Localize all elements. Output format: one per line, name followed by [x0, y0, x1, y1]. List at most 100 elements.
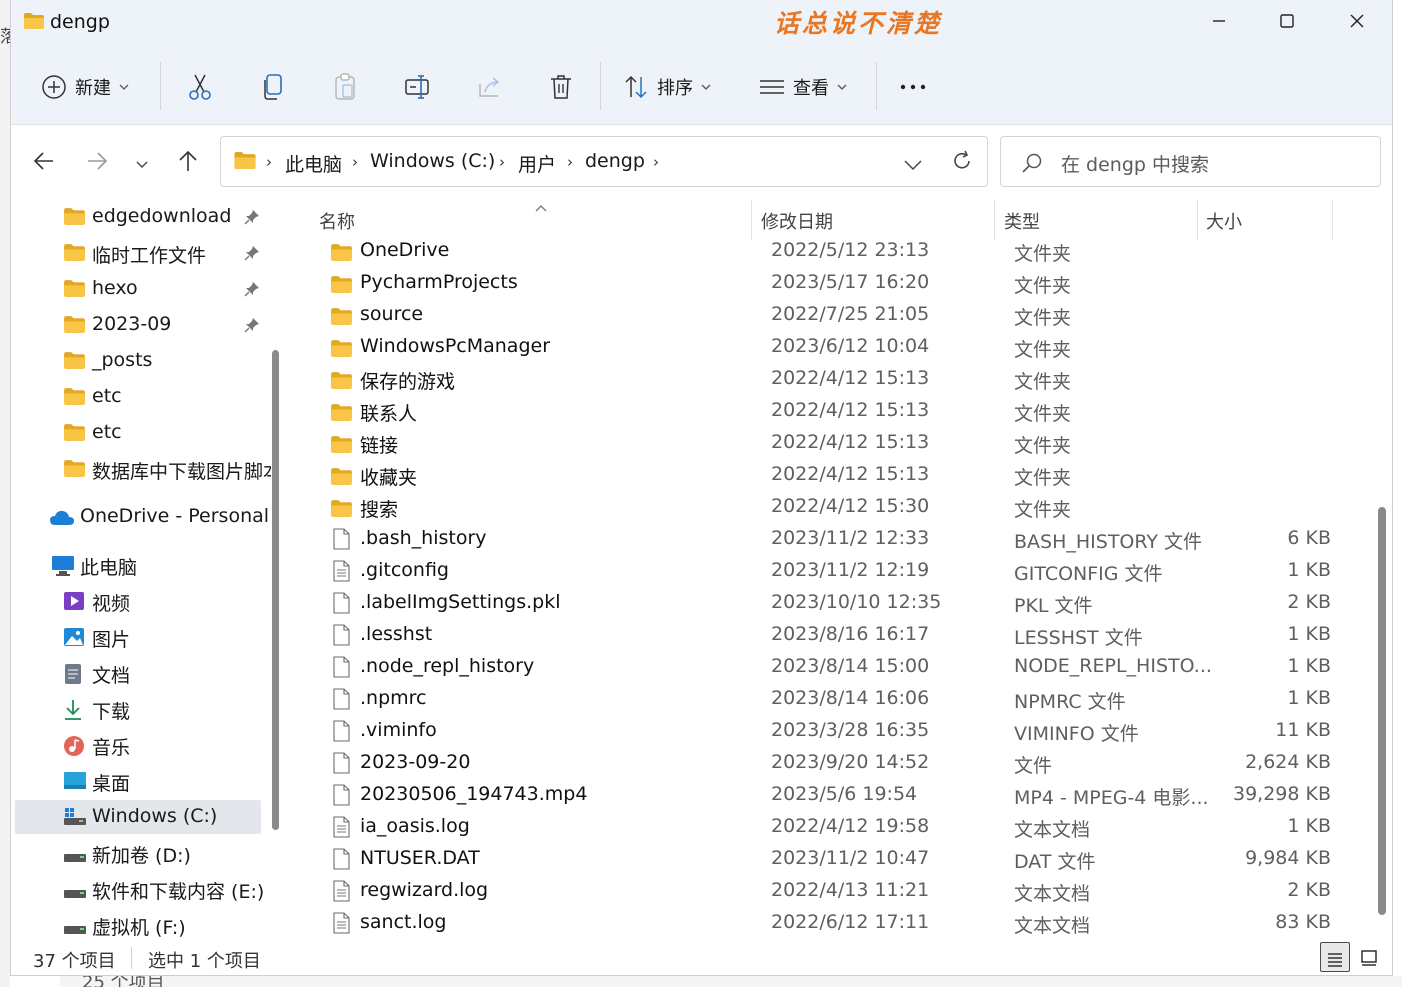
file-type: 文件夹 — [1014, 435, 1072, 457]
file-name: .viminfo — [360, 719, 437, 741]
folder-icon — [23, 12, 45, 34]
scrollbar-thumb[interactable] — [272, 350, 279, 830]
file-row[interactable]: .gitconfig 2023/11/2 12:19 GITCONFIG 文件 … — [319, 556, 1339, 588]
file-row[interactable]: .bash_history 2023/11/2 12:33 BASH_HISTO… — [319, 524, 1339, 556]
file-row[interactable]: 保存的游戏 2022/4/12 15:13 文件夹 — [319, 364, 1339, 396]
sidebar-item-video[interactable]: 视频 — [15, 584, 261, 618]
file-list-scrollbar[interactable] — [1375, 197, 1389, 939]
new-button[interactable]: 新建 — [41, 67, 129, 107]
sidebar-item-download[interactable]: 下载 — [15, 692, 261, 726]
refresh-icon[interactable] — [951, 150, 973, 176]
sidebar-item-pictures[interactable]: 图片 — [15, 620, 261, 654]
file-size: 2,624 KB — [1245, 751, 1331, 773]
file-size: 9,984 KB — [1245, 847, 1331, 869]
sidebar-item-documents[interactable]: 文档 — [15, 656, 261, 690]
file-date: 2023/11/2 12:33 — [771, 527, 930, 549]
file-row[interactable]: NTUSER.DAT 2023/11/2 10:47 DAT 文件 9,984 … — [319, 844, 1339, 876]
rename-button[interactable] — [404, 67, 432, 107]
sidebar-item-drive[interactable]: 新加卷 (D:) — [15, 836, 261, 870]
sidebar-item-quick-access[interactable]: 2023-09 — [15, 308, 261, 342]
item-count: 37 个项目 — [33, 951, 116, 972]
file-size: 11 KB — [1275, 719, 1331, 741]
back-button[interactable] — [28, 147, 60, 179]
file-row[interactable]: regwizard.log 2022/4/13 11:21 文本文档 2 KB — [319, 876, 1339, 908]
file-date: 2023/11/2 10:47 — [771, 847, 930, 869]
file-row[interactable]: 链接 2022/4/12 15:13 文件夹 — [319, 428, 1339, 460]
toolbar-separator — [600, 62, 601, 110]
column-header-date[interactable]: 修改日期 — [761, 208, 833, 234]
forward-button[interactable] — [81, 147, 113, 179]
file-row[interactable]: ia_oasis.log 2022/4/12 19:58 文本文档 1 KB — [319, 812, 1339, 844]
file-row[interactable]: WindowsPcManager 2023/6/12 10:04 文件夹 — [319, 332, 1339, 364]
file-row[interactable]: .node_repl_history 2023/8/14 15:00 NODE_… — [319, 652, 1339, 684]
sidebar-item-quick-access[interactable]: edgedownload — [15, 200, 261, 234]
scrollbar-thumb[interactable] — [1378, 507, 1386, 915]
folder-icon — [63, 315, 86, 339]
file-row[interactable]: PycharmProjects 2023/5/17 16:20 文件夹 — [319, 268, 1339, 300]
file-row[interactable]: 20230506_194743.mp4 2023/5/6 19:54 MP4 -… — [319, 780, 1339, 812]
sidebar-item-onedrive[interactable]: OneDrive - Personal — [15, 500, 269, 534]
sidebar-item-music[interactable]: 音乐 — [15, 728, 261, 762]
windows-drive-icon — [63, 807, 87, 832]
column-divider[interactable] — [1197, 200, 1198, 240]
column-divider[interactable] — [994, 200, 995, 240]
file-row[interactable]: 2023-09-20 2023/9/20 14:52 文件 2,624 KB — [319, 748, 1339, 780]
column-header-type[interactable]: 类型 — [1004, 208, 1040, 234]
minimize-button[interactable] — [1195, 8, 1243, 38]
sidebar-item-drive[interactable]: 虚拟机 (F:) — [15, 908, 261, 939]
delete-button[interactable] — [549, 67, 573, 107]
details-view-icon — [1326, 951, 1344, 972]
share-button[interactable] — [477, 67, 503, 107]
breadcrumb-users[interactable]: 用户 — [518, 150, 556, 177]
column-header-size[interactable]: 大小 — [1206, 208, 1242, 234]
more-options-button[interactable] — [899, 67, 927, 107]
maximize-button[interactable] — [1263, 8, 1311, 38]
sidebar-item-windows-drive[interactable]: Windows (C:) — [15, 800, 261, 834]
sidebar-item-this-pc[interactable]: 此电脑 — [15, 548, 261, 582]
sidebar-item-quick-access[interactable]: 数据库中下载图片脚本 — [15, 452, 271, 486]
column-divider[interactable] — [751, 200, 752, 240]
navigation-pane-scrollbar[interactable] — [270, 197, 282, 939]
file-type: NODE_REPL_HISTO... — [1014, 655, 1212, 677]
file-row[interactable]: .lesshst 2023/8/16 16:17 LESSHST 文件 1 KB — [319, 620, 1339, 652]
recent-locations-button[interactable] — [126, 147, 158, 179]
sidebar-item-drive[interactable]: 软件和下载内容 (E:) — [15, 872, 264, 906]
address-bar[interactable]: › 此电脑 › Windows (C:) › 用户 › dengp › — [220, 136, 988, 187]
cut-button[interactable] — [187, 67, 213, 107]
search-box[interactable]: 在 dengp 中搜索 — [1000, 136, 1381, 187]
close-button[interactable] — [1333, 8, 1381, 38]
sidebar-item-desktop[interactable]: 桌面 — [15, 764, 261, 798]
column-header-name[interactable]: 名称 — [319, 208, 355, 234]
breadcrumb-dengp[interactable]: dengp — [585, 150, 645, 172]
column-divider[interactable] — [1332, 200, 1333, 240]
large-icons-view-button[interactable] — [1354, 942, 1384, 972]
sort-button[interactable]: 排序 — [623, 67, 711, 107]
sidebar-item-quick-access[interactable]: hexo — [15, 272, 261, 306]
file-row[interactable]: 收藏夹 2022/4/12 15:13 文件夹 — [319, 460, 1339, 492]
paste-button[interactable] — [333, 67, 357, 107]
file-row[interactable]: source 2022/7/25 21:05 文件夹 — [319, 300, 1339, 332]
file-row[interactable]: 搜索 2022/4/12 15:30 文件夹 — [319, 492, 1339, 524]
details-view-button[interactable] — [1320, 942, 1350, 972]
file-list: 名称 修改日期 类型 大小 OneDrive 2022/5/12 23:13 文… — [289, 197, 1375, 939]
address-history-chevron-icon[interactable] — [904, 156, 922, 175]
copy-button[interactable] — [261, 67, 285, 107]
file-row[interactable]: 联系人 2022/4/12 15:13 文件夹 — [319, 396, 1339, 428]
breadcrumb-this-pc[interactable]: 此电脑 — [285, 150, 342, 177]
background-status-text: 25 个项目 — [82, 976, 165, 987]
sidebar-item-quick-access[interactable]: 临时工作文件 — [15, 236, 261, 270]
sidebar-item-quick-access[interactable]: etc — [15, 380, 261, 414]
breadcrumb-windows-c[interactable]: Windows (C:) — [370, 150, 495, 172]
file-row[interactable]: .labelImgSettings.pkl 2023/10/10 12:35 P… — [319, 588, 1339, 620]
file-type: 文本文档 — [1014, 819, 1091, 841]
file-row[interactable]: OneDrive 2022/5/12 23:13 文件夹 — [319, 236, 1339, 268]
view-button[interactable]: 查看 — [759, 67, 847, 107]
sidebar-item-quick-access[interactable]: _posts — [15, 344, 261, 378]
folder-icon — [63, 279, 86, 303]
up-button[interactable] — [172, 147, 204, 179]
file-row[interactable]: .viminfo 2023/3/28 16:35 VIMINFO 文件 11 K… — [319, 716, 1339, 748]
file-row[interactable]: .npmrc 2023/8/14 16:06 NPMRC 文件 1 KB — [319, 684, 1339, 716]
file-row[interactable]: sanct.log 2022/6/12 17:11 文本文档 83 KB — [319, 908, 1339, 939]
sidebar-item-quick-access[interactable]: etc — [15, 416, 261, 450]
download-icon — [63, 699, 83, 726]
